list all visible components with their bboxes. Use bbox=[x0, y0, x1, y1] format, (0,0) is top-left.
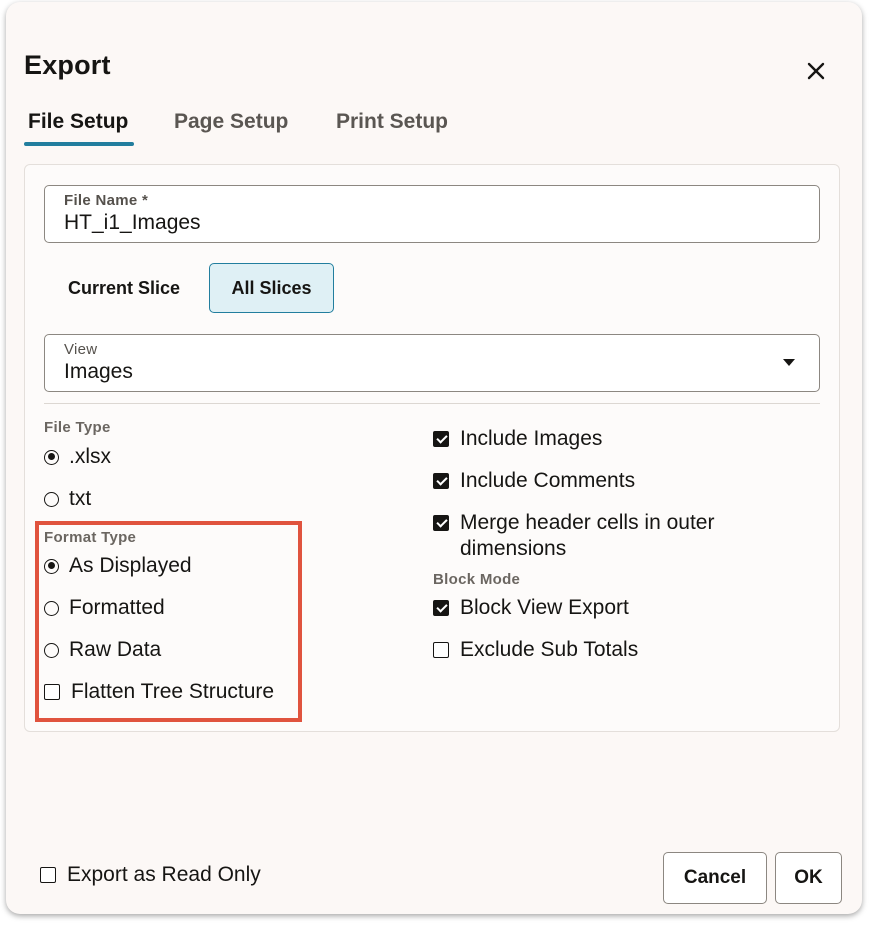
exclude-sub-totals-label: Exclude Sub Totals bbox=[460, 638, 639, 661]
ok-button[interactable]: OK bbox=[775, 852, 842, 904]
flatten-tree-label: Flatten Tree Structure bbox=[71, 680, 275, 703]
block-view-export-checkbox[interactable]: Block View Export bbox=[433, 595, 629, 621]
format-formatted-label: Formatted bbox=[69, 596, 165, 619]
checkbox-icon[interactable] bbox=[40, 867, 56, 883]
dialog-title: Export bbox=[24, 50, 111, 80]
all-slices-button[interactable]: All Slices bbox=[209, 263, 334, 313]
checkbox-checked-icon[interactable] bbox=[433, 473, 449, 489]
file-type-txt-option[interactable]: txt bbox=[44, 486, 91, 512]
flatten-tree-checkbox[interactable]: Flatten Tree Structure bbox=[44, 679, 274, 705]
close-button[interactable] bbox=[802, 57, 830, 85]
radio-icon[interactable] bbox=[44, 642, 59, 658]
file-setup-panel: File Name * HT_i1_Images Current Slice A… bbox=[24, 164, 840, 732]
file-name-field[interactable]: File Name * HT_i1_Images bbox=[44, 185, 820, 243]
format-formatted-option[interactable]: Formatted bbox=[44, 595, 165, 621]
export-read-only-label: Export as Read Only bbox=[67, 863, 261, 886]
checkbox-checked-icon[interactable] bbox=[433, 515, 449, 531]
format-raw-data-label: Raw Data bbox=[69, 638, 162, 661]
block-mode-label: Block Mode bbox=[433, 571, 521, 588]
format-as-displayed-option[interactable]: As Displayed bbox=[44, 553, 192, 579]
file-type-xlsx-option[interactable]: .xlsx bbox=[44, 444, 111, 470]
tab-print-setup[interactable]: Print Setup bbox=[336, 110, 448, 146]
checkbox-icon[interactable] bbox=[433, 642, 449, 658]
view-select[interactable]: View Images bbox=[44, 334, 820, 392]
radio-icon[interactable] bbox=[44, 491, 59, 507]
include-images-label: Include Images bbox=[460, 427, 603, 450]
file-type-xlsx-label: .xlsx bbox=[69, 445, 111, 468]
view-value: Images bbox=[64, 360, 133, 383]
merge-header-cells-label: Merge header cells in outer dimensions bbox=[460, 511, 715, 560]
tab-page-setup[interactable]: Page Setup bbox=[174, 110, 288, 146]
format-as-displayed-label: As Displayed bbox=[69, 554, 192, 577]
divider bbox=[44, 403, 820, 404]
block-view-export-label: Block View Export bbox=[460, 596, 629, 619]
radio-selected-icon[interactable] bbox=[44, 558, 59, 574]
format-type-label: Format Type bbox=[44, 529, 137, 546]
merge-header-cells-checkbox[interactable]: Merge header cells in outer dimensions bbox=[433, 510, 743, 562]
cancel-button[interactable]: Cancel bbox=[663, 852, 767, 904]
view-label: View bbox=[64, 341, 98, 358]
checkbox-icon[interactable] bbox=[44, 684, 60, 700]
close-icon bbox=[807, 62, 825, 80]
export-read-only-checkbox[interactable]: Export as Read Only bbox=[40, 862, 261, 888]
include-comments-checkbox[interactable]: Include Comments bbox=[433, 468, 635, 494]
file-type-label: File Type bbox=[44, 419, 111, 436]
checkbox-checked-icon[interactable] bbox=[433, 600, 449, 616]
radio-selected-icon[interactable] bbox=[44, 449, 59, 465]
chevron-down-icon[interactable] bbox=[783, 359, 795, 366]
current-slice-button[interactable]: Current Slice bbox=[44, 263, 204, 313]
include-images-checkbox[interactable]: Include Images bbox=[433, 426, 602, 452]
include-comments-label: Include Comments bbox=[460, 469, 636, 492]
checkbox-checked-icon[interactable] bbox=[433, 431, 449, 447]
radio-icon[interactable] bbox=[44, 600, 59, 616]
exclude-sub-totals-checkbox[interactable]: Exclude Sub Totals bbox=[433, 637, 638, 663]
tab-file-setup[interactable]: File Setup bbox=[23, 110, 135, 146]
file-type-txt-label: txt bbox=[69, 487, 92, 510]
file-name-label: File Name * bbox=[64, 192, 149, 209]
file-name-input[interactable]: HT_i1_Images bbox=[64, 211, 819, 235]
export-dialog: Export File Setup Page Setup Print Setup… bbox=[6, 2, 862, 914]
format-raw-data-option[interactable]: Raw Data bbox=[44, 637, 161, 663]
